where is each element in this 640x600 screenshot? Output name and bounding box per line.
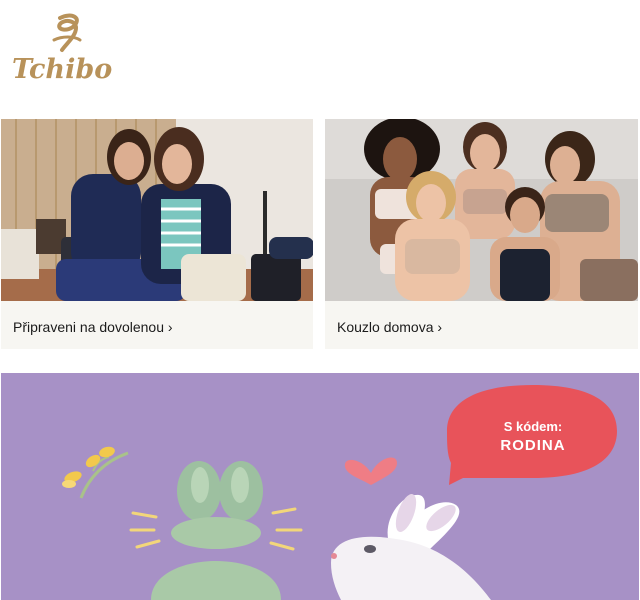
easter-promo-banner[interactable]: S kódem: RODINA	[1, 373, 639, 600]
teaser-label-home-magic: Kouzlo domova ›	[337, 319, 443, 335]
logo-wordmark: Tchibo	[12, 54, 112, 85]
teaser-label-vacation: Připraveni na dovolenou ›	[13, 319, 173, 335]
easter-illustration	[62, 385, 617, 600]
tchibo-logo[interactable]: Tchibo	[10, 10, 120, 85]
promo-code-label: S kódem:	[503, 419, 563, 434]
green-bunny-bag-illustration	[129, 461, 303, 600]
teaser-card-vacation[interactable]: Připraveni na dovolenou ›	[1, 119, 313, 349]
teaser-image-vacation	[1, 119, 313, 301]
tchibo-logo-mark: Tchibo	[12, 13, 112, 85]
promo-speech-bubble	[447, 385, 617, 485]
teaser-image-home-magic	[325, 119, 638, 301]
heart-icon	[344, 457, 397, 485]
promo-code-value: RODINA	[500, 437, 566, 454]
teaser-card-home-magic[interactable]: Kouzlo domova ›	[325, 119, 638, 349]
flower-branch-icon	[62, 446, 129, 499]
white-rabbit-illustration	[331, 494, 491, 600]
